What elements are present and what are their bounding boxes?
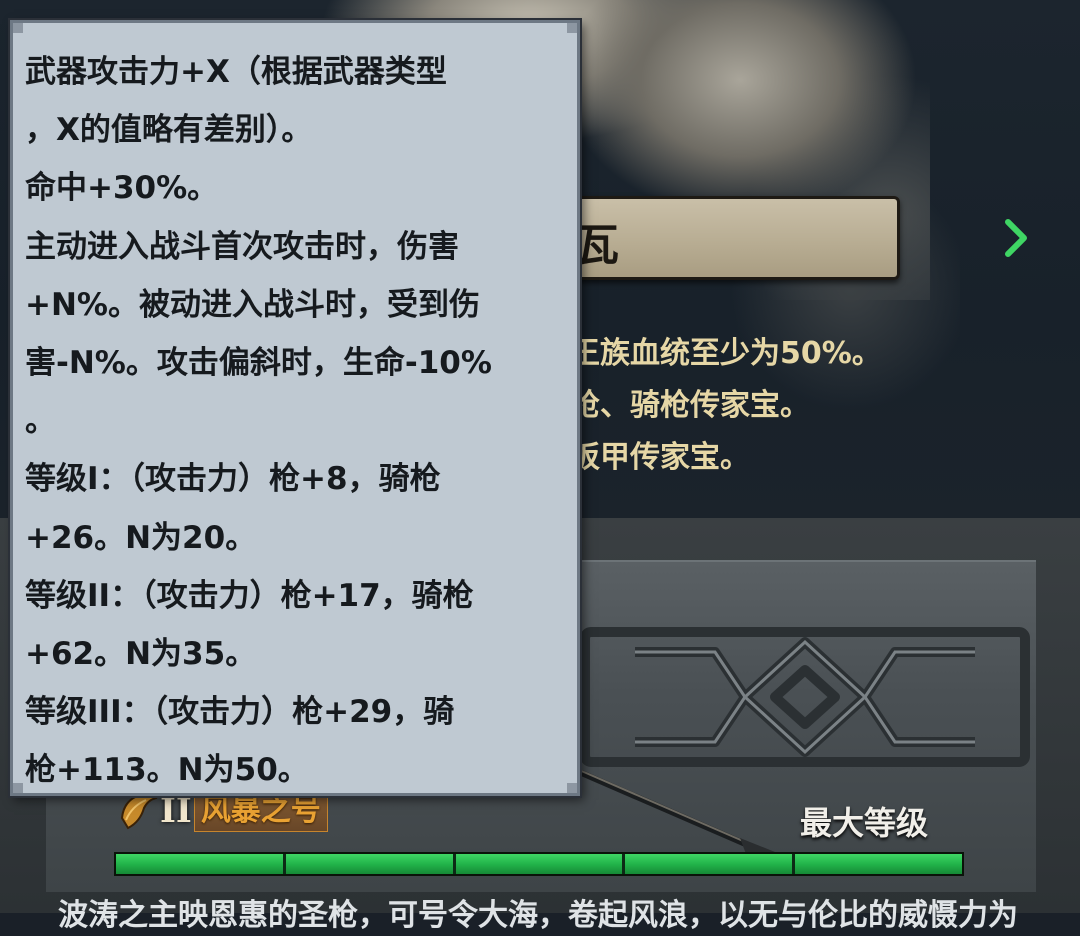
hero-requirement-line: 利王族血统至少为50%。 [540, 336, 882, 371]
tooltip-line: 等级III：（攻击力）枪+29，骑 [25, 694, 455, 731]
skill-tooltip: 武器攻击力+X（根据武器类型 ，X的值略有差别）。 命中+30%。 主动进入战斗… [10, 20, 580, 796]
progress-segment [285, 854, 456, 874]
tooltip-corner [567, 23, 577, 33]
tooltip-line: +62。N为35。 [25, 635, 257, 672]
tooltip-line: 主动进入战斗首次攻击时，伤害 [25, 228, 459, 265]
knot-ornament-icon [580, 627, 1030, 767]
tooltip-corner [13, 23, 23, 33]
tooltip-line: 。 [25, 403, 56, 440]
tooltip-corner [567, 783, 577, 793]
hero-name-text: 瓦 [575, 220, 619, 271]
tooltip-line: ，X的值略有差别）。 [25, 112, 313, 149]
next-hero-button[interactable] [996, 214, 1036, 262]
skill-level-progress-bar [114, 852, 964, 876]
progress-segment [625, 854, 796, 874]
skill-name-label: 风暴之号 [193, 790, 328, 832]
hero-requirements: 利王族血统至少为50%。 人枪、骑枪传家宝。 入板甲传家宝。 [540, 328, 960, 484]
max-level-label: 最大等级 [800, 804, 929, 842]
tooltip-line: 等级II：（攻击力）枪+17，骑枪 [25, 577, 474, 614]
tooltip-line: +N%。被动进入战斗时，受到伤 [25, 286, 480, 323]
chevron-right-icon [1005, 219, 1027, 257]
hero-requirement-line: 人枪、骑枪传家宝。 [540, 388, 810, 423]
progress-segment [116, 854, 286, 874]
tooltip-corner [13, 783, 23, 793]
tooltip-line: 枪+113。N为50。 [25, 752, 309, 789]
tooltip-line: 武器攻击力+X（根据武器类型 [25, 54, 447, 90]
skill-tier-label: II [160, 791, 192, 831]
tooltip-line: +26。N为20。 [25, 519, 257, 556]
hero-name-banner: 瓦 [540, 196, 900, 280]
skill-lore-text: 波涛之主映恩惠的圣枪，可号令大海，卷起风浪，以无与伦比的威慑力为 [58, 898, 1018, 933]
tooltip-line: 等级I：（攻击力）枪+8，骑枪 [25, 461, 441, 498]
tooltip-line: 命中+30%。 [25, 170, 219, 207]
progress-segment [795, 854, 962, 874]
progress-segment [455, 854, 626, 874]
hero-requirement-line: 入板甲传家宝。 [540, 440, 750, 475]
tooltip-line: 害-N%。攻击偏斜时，生命-10% [25, 344, 492, 381]
